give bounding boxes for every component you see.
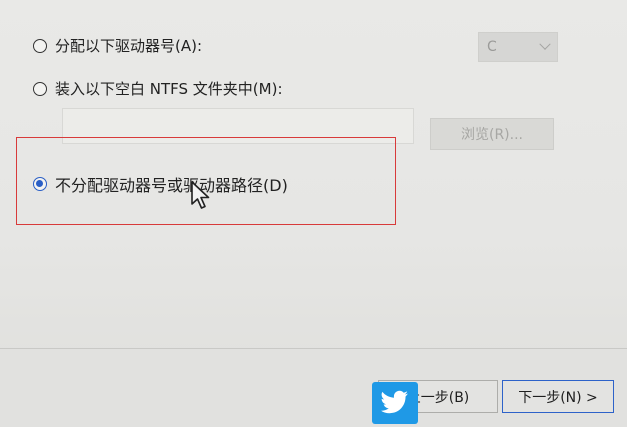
no-drive-letter-label: 不分配驱动器号或驱动器路径(D)	[55, 176, 288, 195]
no-drive-letter-radio[interactable]	[33, 177, 47, 191]
no-drive-letter-option[interactable]: 不分配驱动器号或驱动器路径(D)	[33, 172, 288, 196]
browse-button-label: 浏览(R)...	[460, 127, 523, 143]
chevron-down-icon	[539, 38, 551, 50]
mount-folder-option[interactable]: 装入以下空白 NTFS 文件夹中(M):	[33, 78, 283, 99]
mouse-pointer-icon	[191, 181, 210, 209]
browse-button[interactable]: 浏览(R)...	[430, 118, 554, 150]
twitter-bird-glyph	[381, 390, 408, 414]
twitter-bird-icon	[372, 382, 418, 424]
mount-folder-radio[interactable]	[33, 81, 47, 96]
partition-wizard-page: 分配以下驱动器号(A): C 装入以下空白 NTFS 文件夹中(M): 浏览(R…	[0, 0, 627, 427]
mount-folder-label: 装入以下空白 NTFS 文件夹中(M):	[55, 80, 283, 98]
assign-drive-letter-radio[interactable]	[33, 38, 47, 53]
assign-drive-letter-label: 分配以下驱动器号(A):	[55, 37, 203, 55]
next-button-label: 下一步(N) >	[518, 389, 598, 406]
next-button[interactable]: 下一步(N) >	[502, 380, 614, 413]
drive-letter-value: C	[487, 39, 497, 55]
drive-letter-select[interactable]: C	[478, 32, 558, 62]
assign-drive-letter-option[interactable]: 分配以下驱动器号(A):	[33, 35, 202, 56]
